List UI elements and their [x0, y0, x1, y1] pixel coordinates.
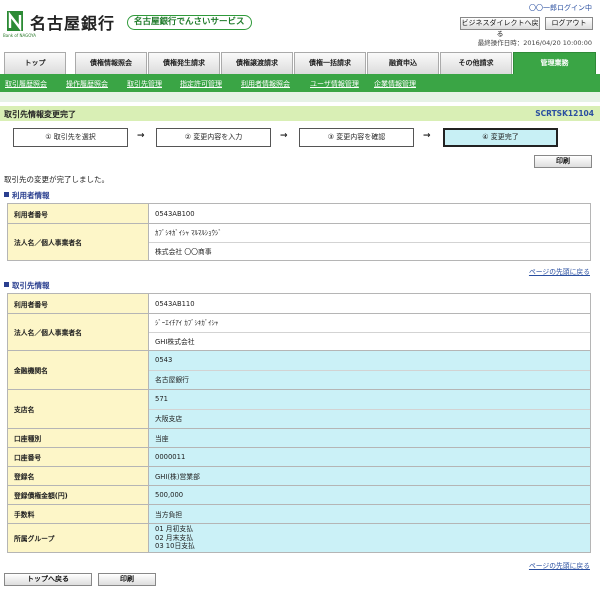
last-operation-time: 最終操作日時：2016/04/20 10:00:00	[477, 39, 592, 47]
subnav-spacer	[0, 92, 600, 102]
section-square-icon	[4, 192, 9, 197]
user-info-heading: 利用者情報	[4, 190, 50, 201]
print-button-top[interactable]: 印刷	[534, 155, 592, 168]
step-arrow: →	[280, 131, 288, 141]
subnav-user-management[interactable]: ユーザ情報管理	[310, 79, 359, 89]
completion-message: 取引先の変更が完了しました。	[4, 175, 109, 184]
amount-value: 500,000	[148, 485, 591, 505]
user-no-label: 利用者番号	[7, 203, 149, 224]
partner-name-label: 法人名／個人事業者名	[7, 313, 149, 351]
table-row: 法人名／個人事業者名 ｶﾌﾞｼｷｶﾞｲｼｬ ﾏﾙﾏﾙｼｮｳｼﾞ 株式会社 〇〇商…	[7, 223, 591, 261]
business-direct-button[interactable]: ビジネスダイレクトへ戻る	[460, 17, 540, 38]
screen-id: SCRTSK12104	[535, 109, 594, 118]
partner-info-heading: 取引先情報	[4, 280, 50, 291]
branch-name-value: 大阪支店	[149, 409, 590, 428]
step-complete: ④ 変更完了	[443, 128, 558, 147]
subnav-partner-management[interactable]: 取引先管理	[127, 79, 162, 89]
header: Bank of NAGOYA 名古屋銀行 名古屋銀行でんさいサービス 〇〇一郎ロ…	[0, 0, 600, 48]
user-name-value: 株式会社 〇〇商事	[149, 242, 590, 260]
print-button-bottom[interactable]: 印刷	[98, 573, 156, 586]
user-name-kana: ｶﾌﾞｼｷｶﾞｲｼｬ ﾏﾙﾏﾙｼｮｳｼﾞ	[155, 229, 222, 237]
page-top-link[interactable]: ページの先頭に戻る	[529, 266, 590, 276]
step-confirm-changes: ③ 変更内容を確認	[299, 128, 414, 147]
partner-user-no-label: 利用者番号	[7, 293, 149, 314]
bank-name-value: 名古屋銀行	[149, 370, 590, 389]
main-tabs: トップ 債権情報照会 債権発生請求 債権譲渡請求 債権一括請求 融資申込 その他…	[0, 52, 600, 74]
partner-info-table: 利用者番号 0543AB110 法人名／個人事業者名 ｼﾞｰｴｲﾁｱｲ ｶﾌﾞｼ…	[7, 293, 591, 553]
table-row: 金融機関名 0543 名古屋銀行	[7, 350, 591, 390]
back-to-top-button[interactable]: トップへ戻る	[4, 573, 92, 586]
registered-name-label: 登録名	[7, 466, 149, 486]
table-row: 利用者番号 0543AB100	[7, 203, 591, 224]
group-item: 02 月末支払	[155, 533, 193, 542]
step-input-changes: ② 変更内容を入力	[156, 128, 271, 147]
fee-value: 当方負担	[148, 504, 591, 524]
step-arrow: →	[137, 131, 145, 141]
tab-management[interactable]: 管理業務	[513, 52, 596, 74]
table-row: 口座種別 当座	[7, 428, 591, 448]
table-row: 法人名／個人事業者名 ｼﾞｰｴｲﾁｱｲ ｶﾌﾞｼｷｶﾞｲｼｬ GHI株式会社	[7, 313, 591, 351]
service-name-badge: 名古屋銀行でんさいサービス	[127, 15, 252, 30]
subnav-user-info[interactable]: 利用者情報照会	[241, 79, 290, 89]
step-arrow: →	[423, 131, 431, 141]
table-row: 所属グループ 01 月初支払 02 月末支払 03 10日支払	[7, 523, 591, 553]
branch-code: 571	[155, 395, 168, 403]
account-type-value: 当座	[148, 428, 591, 448]
group-item: 01 月初支払	[155, 525, 193, 533]
tab-other-request[interactable]: その他請求	[440, 52, 512, 74]
tab-loan-application[interactable]: 融資申込	[367, 52, 439, 74]
bank-name: 名古屋銀行	[30, 14, 116, 33]
table-row: 手数料 当方負担	[7, 504, 591, 524]
amount-label: 登録債権金額(円)	[7, 485, 149, 505]
account-no-label: 口座番号	[7, 447, 149, 467]
page-title-bar: 取引先情報変更完了 SCRTSK12104	[0, 106, 600, 121]
table-row: 支店名 571 大阪支店	[7, 389, 591, 429]
subnav-transaction-history[interactable]: 取引履歴照会	[5, 79, 47, 89]
page-top-link-bottom[interactable]: ページの先頭に戻る	[529, 560, 590, 570]
bank-code: 0543	[155, 356, 173, 364]
bank-label: 金融機関名	[7, 350, 149, 390]
group-item: 03 10日支払	[155, 542, 195, 550]
subnav-company-management[interactable]: 企業情報管理	[374, 79, 416, 89]
table-row: 利用者番号 0543AB110	[7, 293, 591, 314]
account-type-label: 口座種別	[7, 428, 149, 448]
registered-name-value: GHI(株)営業部	[148, 466, 591, 486]
subnav-operation-history[interactable]: 操作履歴照会	[66, 79, 108, 89]
tab-bond-issue[interactable]: 債権発生請求	[148, 52, 220, 74]
tab-bond-inquiry[interactable]: 債権情報照会	[75, 52, 147, 74]
partner-name-kana: ｼﾞｰｴｲﾁｱｲ ｶﾌﾞｼｷｶﾞｲｼｬ	[155, 319, 219, 327]
bank-logo-icon	[7, 11, 23, 32]
page-title: 取引先情報変更完了	[4, 110, 76, 119]
subnav-permission-management[interactable]: 指定許可管理	[180, 79, 222, 89]
partner-user-no-value: 0543AB110	[148, 293, 591, 314]
fee-label: 手数料	[7, 504, 149, 524]
table-row: 登録名 GHI(株)営業部	[7, 466, 591, 486]
tab-bulk-request[interactable]: 債権一括請求	[294, 52, 366, 74]
logout-button[interactable]: ログアウト	[545, 17, 593, 30]
step-select-partner: ① 取引先を選択	[13, 128, 128, 147]
tab-bond-transfer[interactable]: 債権譲渡請求	[221, 52, 293, 74]
user-no-value: 0543AB100	[148, 203, 591, 224]
table-row: 登録債権金額(円) 500,000	[7, 485, 591, 505]
group-label: 所属グループ	[7, 523, 149, 553]
account-no-value: 0000011	[148, 447, 591, 467]
table-row: 口座番号 0000011	[7, 447, 591, 467]
user-info-table: 利用者番号 0543AB100 法人名／個人事業者名 ｶﾌﾞｼｷｶﾞｲｼｬ ﾏﾙ…	[7, 203, 591, 261]
section-square-icon	[4, 282, 9, 287]
tab-top[interactable]: トップ	[4, 52, 66, 74]
user-name-label: 法人名／個人事業者名	[7, 223, 149, 261]
logged-in-user: 〇〇一郎ログイン中	[529, 4, 592, 12]
sub-navigation: 取引履歴照会 操作履歴照会 取引先管理 指定許可管理 利用者情報照会 ユーザ情報…	[0, 78, 600, 92]
branch-label: 支店名	[7, 389, 149, 429]
partner-name-value: GHI株式会社	[149, 332, 590, 350]
